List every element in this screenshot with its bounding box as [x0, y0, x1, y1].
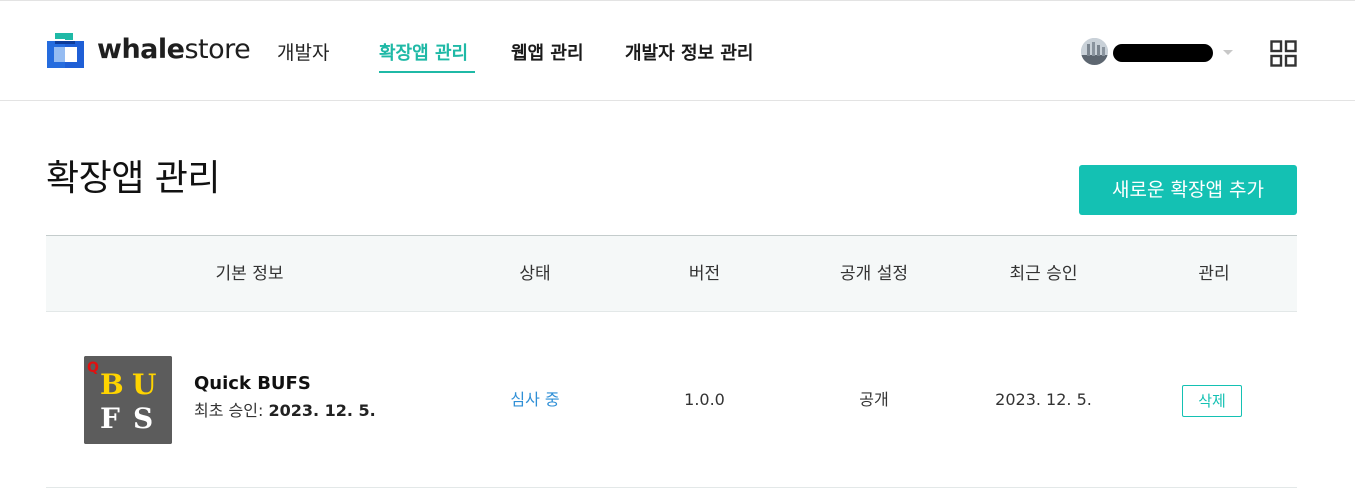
user-avatar[interactable]	[1081, 38, 1108, 65]
column-status: 상태	[519, 264, 551, 284]
column-last-approved: 최근 승인	[1009, 264, 1078, 284]
first-approved-date: 2023. 12. 5.	[268, 401, 376, 420]
thumb-letter-s: S	[133, 402, 153, 435]
thumb-letter-f: F	[100, 402, 120, 435]
nav-active-indicator	[379, 71, 475, 73]
column-manage: 관리	[1198, 264, 1230, 284]
column-version: 버전	[688, 264, 721, 284]
nav-webapp-management[interactable]: 웹앱 관리	[511, 42, 584, 66]
delete-button[interactable]: 삭제	[1182, 385, 1242, 417]
first-approved: 최초 승인: 2023. 12. 5.	[194, 400, 376, 422]
developer-label: 개발자	[277, 42, 330, 64]
thumb-letter-u: U	[132, 368, 156, 401]
app-thumbnail[interactable]: Q B U F S	[84, 356, 172, 444]
thumb-letter-b: B	[100, 368, 124, 401]
column-visibility: 공개 설정	[840, 264, 908, 284]
thumb-letter-q: Q	[87, 360, 99, 376]
apps-grid-icon[interactable]	[1270, 40, 1297, 67]
brand-name[interactable]: whalestore	[97, 33, 251, 67]
version-text: 1.0.0	[684, 390, 725, 409]
last-approved-text: 2023. 12. 5.	[995, 390, 1092, 409]
extensions-table: 기본 정보 상태 버전 공개 설정 최근 승인 관리 Q B U F S Qui…	[46, 235, 1297, 488]
visibility-text: 공개	[859, 390, 889, 409]
redacted-username[interactable]	[1113, 44, 1213, 62]
table-header: 기본 정보 상태 버전 공개 설정 최근 승인 관리	[46, 235, 1297, 312]
header: whalestore 개발자 확장앱 관리 웹앱 관리 개발자 정보 관리	[0, 1, 1355, 101]
nav-developer-info[interactable]: 개발자 정보 관리	[625, 42, 753, 66]
first-approved-label: 최초 승인:	[194, 401, 264, 420]
page-title: 확장앱 관리	[46, 158, 221, 199]
nav-extension-management[interactable]: 확장앱 관리	[379, 42, 468, 66]
status-text: 심사 중	[510, 390, 560, 409]
column-basic-info: 기본 정보	[215, 264, 284, 284]
app-name[interactable]: Quick BUFS	[194, 372, 311, 396]
table-row: Q B U F S Quick BUFS 최초 승인: 2023. 12. 5.…	[46, 312, 1297, 488]
whale-store-logo[interactable]	[46, 30, 86, 70]
chevron-down-icon[interactable]	[1223, 50, 1233, 55]
add-extension-button[interactable]: 새로운 확장앱 추가	[1079, 165, 1297, 215]
